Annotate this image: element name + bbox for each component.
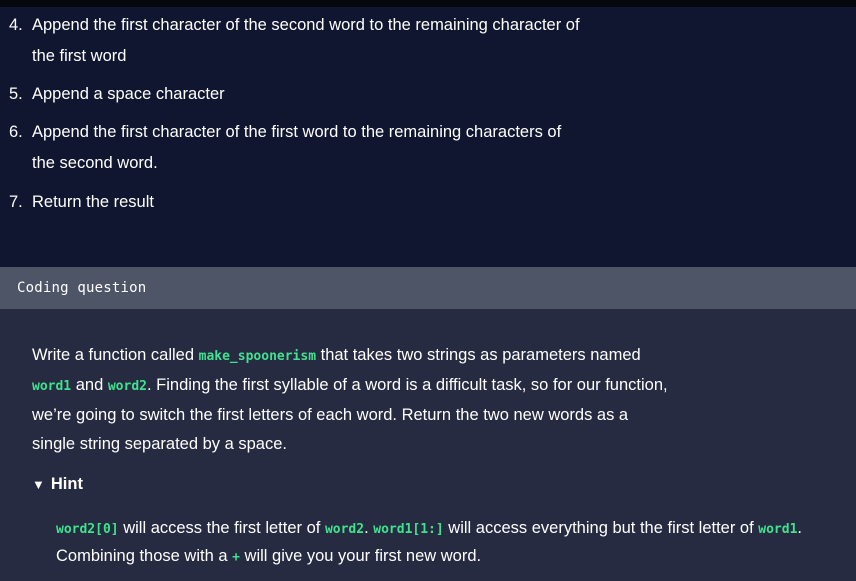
coding-question-body: Write a function called make_spoonerism … [0,309,856,581]
question-text: Write a function called make_spoonerism … [32,346,668,453]
coding-question-title: Coding question [17,280,147,296]
function-name-code: make_spoonerism [198,349,317,364]
triangle-down-icon: ▼ [32,477,45,492]
step-text: Append the first character of the second… [32,16,580,65]
step-number: 4. [9,16,23,34]
hint-toggle[interactable]: ▼ Hint [32,475,83,494]
step-text: Append the first character of the first … [32,123,562,172]
step-text: Return the result [32,193,154,211]
hint-label: Hint [50,475,83,493]
hint-text: word2[0] will access the first letter of… [56,519,803,565]
coding-question-header: Coding question [0,267,856,309]
step-number: 5. [9,85,23,103]
step-text: Append a space character [32,85,225,103]
step-number: 7. [9,193,23,211]
instruction-steps: 4. Append the first character of the sec… [0,7,856,267]
top-bar [0,0,856,7]
step-number: 6. [9,123,23,141]
param-word1-code: word1 [32,379,72,394]
param-word2-code: word2 [107,379,147,394]
